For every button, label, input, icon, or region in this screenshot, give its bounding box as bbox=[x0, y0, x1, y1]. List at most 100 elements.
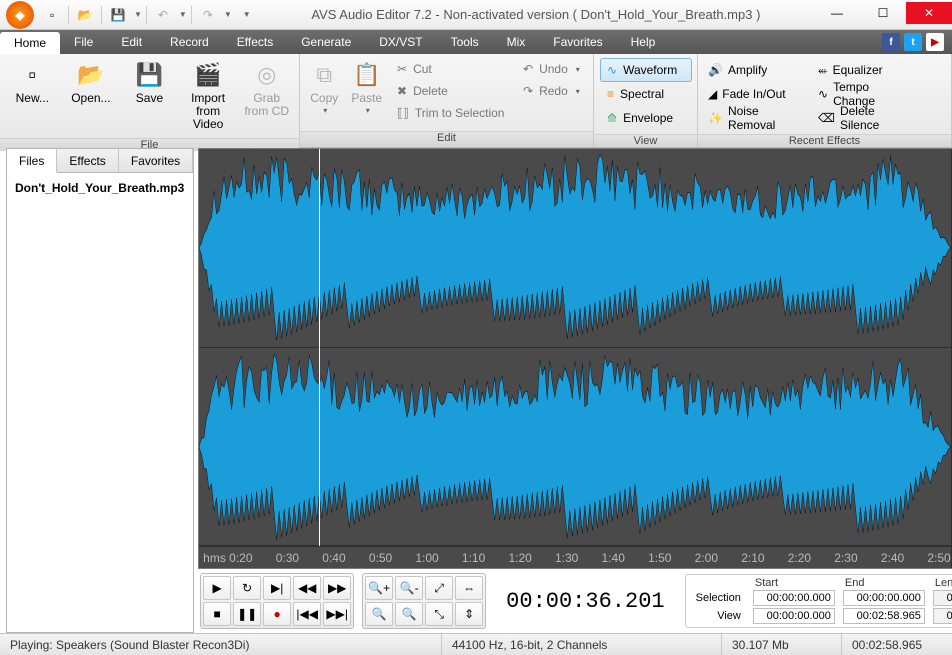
status-duration: 00:02:58.965 bbox=[842, 634, 952, 655]
envelope-icon: ⟰ bbox=[607, 111, 617, 125]
trim-icon: ⟦⟧ bbox=[397, 106, 409, 120]
tab-effects[interactable]: Effects bbox=[223, 30, 287, 54]
fx-tempo-button[interactable]: ∿Tempo Change bbox=[814, 82, 918, 106]
playhead-cursor[interactable] bbox=[319, 149, 320, 546]
qat-open-icon[interactable]: 📂 bbox=[73, 4, 97, 26]
spectral-icon: ≡ bbox=[607, 87, 614, 101]
zoom-out-button[interactable]: 🔍- bbox=[395, 576, 423, 600]
zoom-selection-button[interactable]: ⇔ bbox=[455, 576, 483, 600]
view-envelope-button[interactable]: ⟰Envelope bbox=[600, 106, 692, 130]
play-button[interactable]: ▶ bbox=[203, 576, 231, 600]
youtube-icon[interactable]: ▶ bbox=[926, 33, 944, 51]
tab-record[interactable]: Record bbox=[156, 30, 223, 54]
tab-mix[interactable]: Mix bbox=[493, 30, 540, 54]
file-list[interactable]: Don't_Hold_Your_Breath.mp3 bbox=[7, 173, 193, 632]
tab-tools[interactable]: Tools bbox=[437, 30, 493, 54]
qat-save-icon[interactable]: 💾 bbox=[106, 4, 130, 26]
record-button[interactable]: ● bbox=[263, 602, 291, 626]
tab-favorites[interactable]: Favorites bbox=[539, 30, 616, 54]
status-playing: Playing: Speakers (Sound Blaster Recon3D… bbox=[0, 634, 442, 655]
status-format: 44100 Hz, 16-bit, 2 Channels bbox=[442, 634, 722, 655]
fx-equalizer-button[interactable]: ⬴Equalizer bbox=[814, 58, 918, 82]
grab-cd-button[interactable]: ◎Grab from CD bbox=[240, 58, 293, 120]
paste-button[interactable]: 📋Paste▾ bbox=[349, 58, 386, 118]
ribbon-group-view: ∿Waveform ≡Spectral ⟰Envelope View bbox=[594, 54, 698, 147]
undo-button[interactable]: ↶Undo▾ bbox=[517, 58, 587, 80]
side-tab-effects[interactable]: Effects bbox=[57, 149, 118, 172]
tab-home[interactable]: Home bbox=[0, 32, 60, 54]
waveform-channel-right[interactable] bbox=[199, 348, 951, 547]
go-end-button[interactable]: ▶▶| bbox=[323, 602, 351, 626]
undo-icon: ↶ bbox=[523, 62, 533, 76]
copy-button[interactable]: ⧉Copy▾ bbox=[306, 58, 343, 118]
app-icon: ◈ bbox=[6, 1, 34, 29]
view-start-input[interactable] bbox=[753, 608, 835, 624]
rewind-button[interactable]: ◀◀ bbox=[293, 576, 321, 600]
film-icon: 🎬 bbox=[192, 60, 224, 90]
transport-bar: ▶ ↻ ▶| ◀◀ ▶▶ ■ ❚❚ ● |◀◀ ▶▶| 🔍+ 🔍- ⤢ ⇔ 🔍 … bbox=[198, 569, 952, 633]
equalizer-icon: ⬴ bbox=[818, 63, 828, 78]
loop-button[interactable]: ↻ bbox=[233, 576, 261, 600]
maximize-button[interactable]: ☐ bbox=[860, 2, 906, 24]
side-tab-favorites[interactable]: Favorites bbox=[119, 149, 193, 172]
view-end-input[interactable] bbox=[843, 608, 925, 624]
tempo-icon: ∿ bbox=[818, 87, 828, 101]
redo-button[interactable]: ↷Redo▾ bbox=[517, 80, 587, 102]
fx-noise-removal-button[interactable]: ✨Noise Removal bbox=[704, 106, 808, 130]
selection-start-input[interactable] bbox=[753, 590, 835, 606]
facebook-icon[interactable]: f bbox=[882, 33, 900, 51]
waveform-icon: ∿ bbox=[607, 63, 617, 77]
minimize-button[interactable]: — bbox=[814, 2, 860, 24]
waveform-display[interactable]: hms 0:200:300:400:501:001:101:201:301:40… bbox=[198, 148, 952, 569]
view-waveform-button[interactable]: ∿Waveform bbox=[600, 58, 692, 82]
timeline-ruler[interactable]: hms 0:200:300:400:501:001:101:201:301:40… bbox=[199, 546, 951, 568]
zoom-out-v-button[interactable]: 🔍 bbox=[395, 602, 423, 626]
stop-button[interactable]: ■ bbox=[203, 602, 231, 626]
qat-undo-icon[interactable]: ↶ bbox=[151, 4, 175, 26]
copy-icon: ⧉ bbox=[308, 60, 340, 90]
qat-new-icon[interactable]: ▫ bbox=[40, 4, 64, 26]
tab-generate[interactable]: Generate bbox=[287, 30, 365, 54]
fx-delete-silence-button[interactable]: ⌫Delete Silence bbox=[814, 106, 918, 130]
status-bar: Playing: Speakers (Sound Blaster Recon3D… bbox=[0, 633, 952, 655]
close-button[interactable]: ✕ bbox=[906, 2, 952, 24]
delete-button[interactable]: ✖Delete bbox=[391, 80, 511, 102]
twitter-icon[interactable]: t bbox=[904, 33, 922, 51]
tab-dxvst[interactable]: DX/VST bbox=[365, 30, 436, 54]
qat-customize-icon[interactable]: ▼ bbox=[234, 4, 258, 26]
save-button[interactable]: 💾Save bbox=[123, 58, 176, 107]
qat-redo-icon[interactable]: ↷ bbox=[196, 4, 220, 26]
cut-button[interactable]: ✂Cut bbox=[391, 58, 511, 80]
pause-button[interactable]: ❚❚ bbox=[233, 602, 261, 626]
ribbon: ▫New... 📂Open... 💾Save 🎬Import from Vide… bbox=[0, 54, 952, 148]
forward-button[interactable]: ▶▶ bbox=[323, 576, 351, 600]
side-panel: Files Effects Favorites Don't_Hold_Your_… bbox=[6, 148, 194, 633]
zoom-reset-v-button[interactable]: ⤡ bbox=[425, 602, 453, 626]
go-start-button[interactable]: |◀◀ bbox=[293, 602, 321, 626]
side-tab-files[interactable]: Files bbox=[7, 149, 57, 173]
zoom-in-button[interactable]: 🔍+ bbox=[365, 576, 393, 600]
fx-fade-button[interactable]: ◢Fade In/Out bbox=[704, 82, 808, 106]
view-spectral-button[interactable]: ≡Spectral bbox=[600, 82, 692, 106]
tab-file[interactable]: File bbox=[60, 30, 107, 54]
editor-panel: hms 0:200:300:400:501:001:101:201:301:40… bbox=[198, 148, 952, 633]
scissors-icon: ✂ bbox=[397, 62, 407, 76]
row-selection-label: Selection bbox=[692, 589, 749, 607]
cd-icon: ◎ bbox=[251, 60, 283, 90]
file-list-item[interactable]: Don't_Hold_Your_Breath.mp3 bbox=[15, 179, 185, 197]
tab-help[interactable]: Help bbox=[617, 30, 670, 54]
fx-amplify-button[interactable]: 🔊Amplify bbox=[704, 58, 808, 82]
play-to-end-button[interactable]: ▶| bbox=[263, 576, 291, 600]
zoom-in-v-button[interactable]: 🔍 bbox=[365, 602, 393, 626]
tab-edit[interactable]: Edit bbox=[107, 30, 156, 54]
open-button[interactable]: 📂Open... bbox=[65, 58, 118, 107]
zoom-fit-v-button[interactable]: ⇕ bbox=[455, 602, 483, 626]
selection-end-input[interactable] bbox=[843, 590, 925, 606]
import-video-button[interactable]: 🎬Import from Video bbox=[182, 58, 235, 134]
new-button[interactable]: ▫New... bbox=[6, 58, 59, 107]
redo-icon: ↷ bbox=[523, 84, 533, 98]
trim-button[interactable]: ⟦⟧Trim to Selection bbox=[391, 102, 511, 124]
range-table: StartEndLength Selection View bbox=[685, 574, 952, 628]
zoom-full-button[interactable]: ⤢ bbox=[425, 576, 453, 600]
waveform-channel-left[interactable] bbox=[199, 149, 951, 348]
